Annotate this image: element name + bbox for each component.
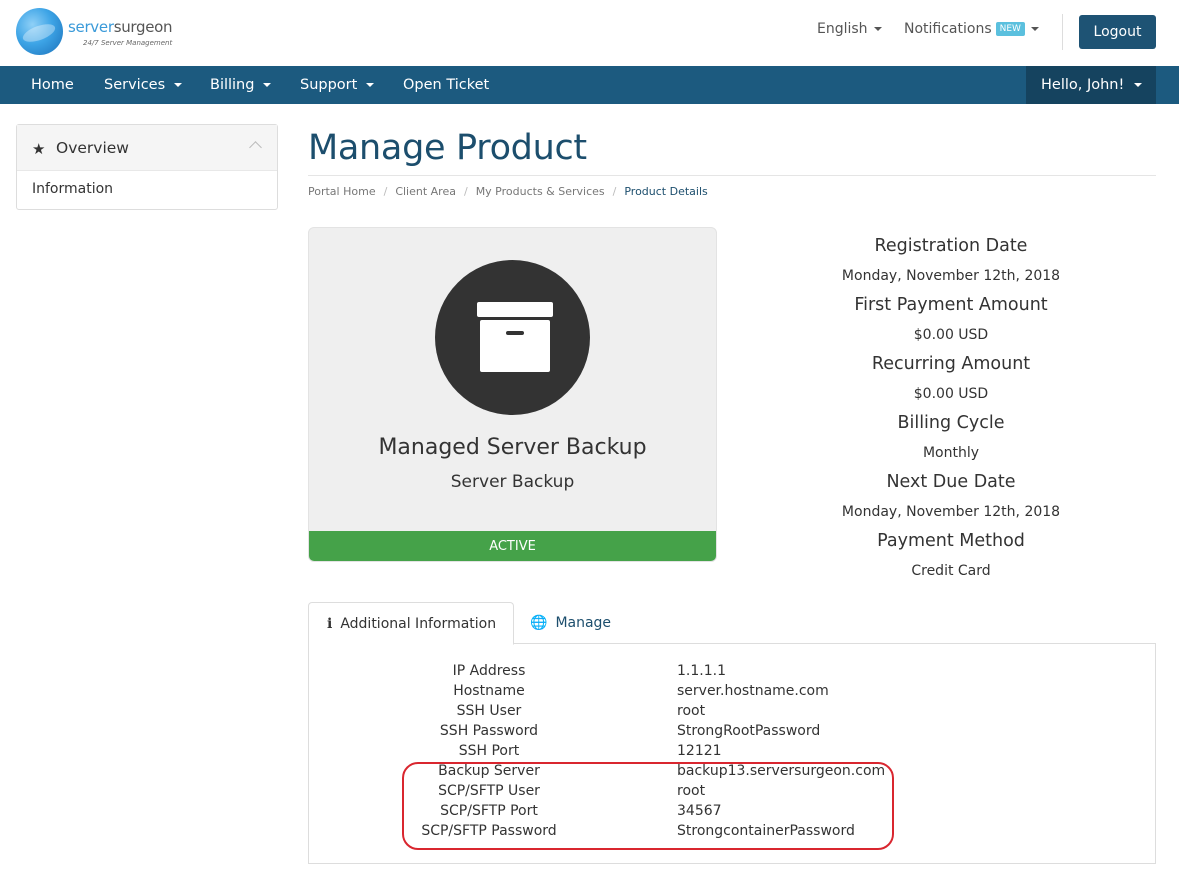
main-navbar: Home Services Billing Support Open Ticke… — [0, 66, 1179, 104]
billing-cycle-value: Monthly — [922, 445, 980, 461]
billing-cycle-label: Billing Cycle — [897, 413, 1005, 433]
archive-box-icon — [435, 260, 590, 415]
divider — [1062, 14, 1063, 50]
next-due-date-value: Monday, November 12th, 2018 — [841, 504, 1061, 520]
table-row: IP Address 1.1.1.1 — [452, 663, 726, 679]
header: serversurgeon 24/7 Server Management Eng… — [0, 0, 1179, 66]
breadcrumb-portal-home[interactable]: Portal Home — [308, 185, 376, 198]
chevron-down-icon — [873, 27, 882, 31]
info-icon: i — [327, 616, 333, 632]
logo-globe-icon — [16, 8, 63, 55]
nav-billing[interactable]: Billing — [210, 66, 272, 104]
star-icon: ★ — [32, 140, 46, 158]
sidebar-panel: ★ Overview Information — [16, 124, 278, 210]
logo-text: serversurgeon — [68, 18, 173, 36]
chevron-down-icon — [1134, 83, 1143, 87]
divider — [308, 175, 1156, 176]
registration-date-value: Monday, November 12th, 2018 — [841, 268, 1061, 284]
chevron-down-icon — [366, 83, 375, 87]
table-row: Hostname server.hostname.com — [453, 683, 829, 699]
table-row: SSH Port 12121 — [458, 743, 722, 759]
first-payment-label: First Payment Amount — [854, 295, 1048, 315]
tab-manage[interactable]: 🌐 Manage — [530, 602, 611, 644]
first-payment-value: $0.00 USD — [913, 327, 989, 343]
logo-tagline: 24/7 Server Management — [83, 39, 173, 47]
sidebar-header[interactable]: ★ Overview — [17, 125, 277, 171]
billing-info: Registration Date Monday, November 12th,… — [790, 233, 1112, 587]
chevron-up-icon[interactable] — [249, 141, 262, 154]
recurring-amount-value: $0.00 USD — [913, 386, 989, 402]
table-row: SSH Password StrongRootPassword — [439, 723, 821, 739]
user-menu[interactable]: Hello, John! — [1026, 66, 1156, 104]
chevron-down-icon — [174, 83, 183, 87]
breadcrumb: Portal Home / Client Area / My Products & Se… — [308, 185, 708, 198]
status-badge: ACTIVE — [309, 531, 716, 561]
product-card: Managed Server Backup Server Backup ACTI… — [308, 227, 717, 562]
page-title: Manage Product — [308, 128, 587, 168]
registration-date-label: Registration Date — [874, 236, 1028, 256]
chevron-down-icon — [1030, 27, 1039, 31]
nav-home[interactable]: Home — [31, 66, 74, 104]
language-dropdown[interactable]: English — [817, 21, 882, 37]
logout-button[interactable]: Logout — [1079, 15, 1156, 49]
next-due-date-label: Next Due Date — [886, 472, 1016, 492]
breadcrumb-product-details: Product Details — [624, 185, 708, 198]
nav-open-ticket[interactable]: Open Ticket — [403, 66, 489, 104]
tab-bar: i Additional Information 🌐 Manage — [308, 602, 1156, 645]
product-group: Server Backup — [450, 472, 575, 492]
notifications-label: Notifications — [904, 21, 992, 37]
payment-method-label: Payment Method — [877, 531, 1025, 551]
breadcrumb-my-products[interactable]: My Products & Services — [476, 185, 605, 198]
logo[interactable]: serversurgeon 24/7 Server Management — [16, 8, 176, 56]
globe-icon: 🌐 — [530, 615, 548, 631]
annotation-highlight — [402, 762, 894, 850]
tab-additional-information[interactable]: i Additional Information — [308, 602, 514, 645]
nav-services[interactable]: Services — [104, 66, 183, 104]
product-name: Managed Server Backup — [378, 435, 647, 460]
language-label: English — [817, 21, 868, 37]
sidebar-item-information[interactable]: Information — [32, 181, 113, 197]
recurring-amount-label: Recurring Amount — [871, 354, 1031, 374]
sidebar-title: Overview — [56, 139, 129, 157]
breadcrumb-client-area[interactable]: Client Area — [395, 185, 456, 198]
nav-support[interactable]: Support — [300, 66, 375, 104]
table-row: SSH User root — [456, 703, 706, 719]
chevron-down-icon — [263, 83, 272, 87]
payment-method-value: Credit Card — [911, 563, 991, 579]
notifications-dropdown[interactable]: Notifications NEW — [904, 21, 1039, 37]
notifications-badge: NEW — [995, 22, 1025, 36]
